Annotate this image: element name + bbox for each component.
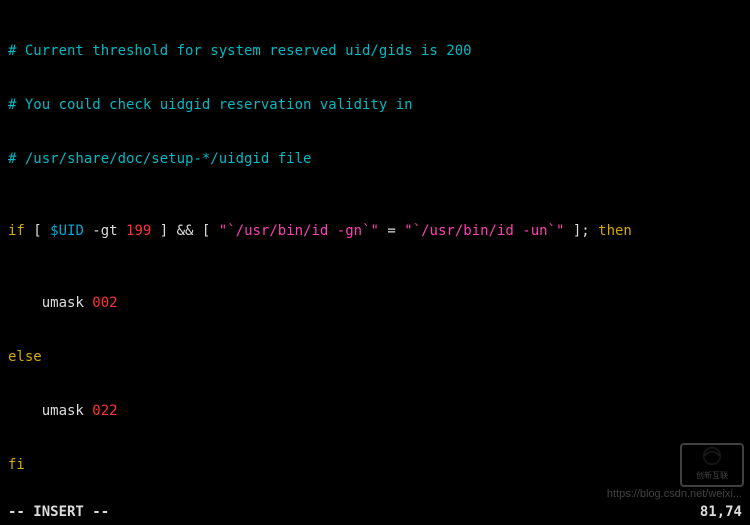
code-line: if [ $UID -gt 199 ] && [ "`/usr/bin/id -…	[8, 222, 742, 240]
brand-text: 创新互联	[696, 467, 728, 485]
cursor-position: 81,74	[700, 503, 742, 521]
vim-mode: -- INSERT --	[8, 503, 109, 521]
vim-status-bar: -- INSERT -- 81,74	[0, 503, 750, 525]
logo-icon	[701, 445, 723, 467]
code-line: else	[8, 348, 742, 366]
terminal-editor[interactable]: # Current threshold for system reserved …	[0, 0, 750, 525]
comment-line: # You could check uidgid reservation val…	[8, 96, 742, 114]
comment-line: # Current threshold for system reserved …	[8, 42, 742, 60]
comment-line: # /usr/share/doc/setup-*/uidgid file	[8, 150, 742, 168]
code-line: fi	[8, 456, 742, 474]
watermark-url: https://blog.csdn.net/weixi...	[607, 485, 742, 503]
code-line: umask 022	[8, 402, 742, 420]
brand-logo: 创新互联	[680, 443, 744, 487]
code-line: umask 002	[8, 294, 742, 312]
